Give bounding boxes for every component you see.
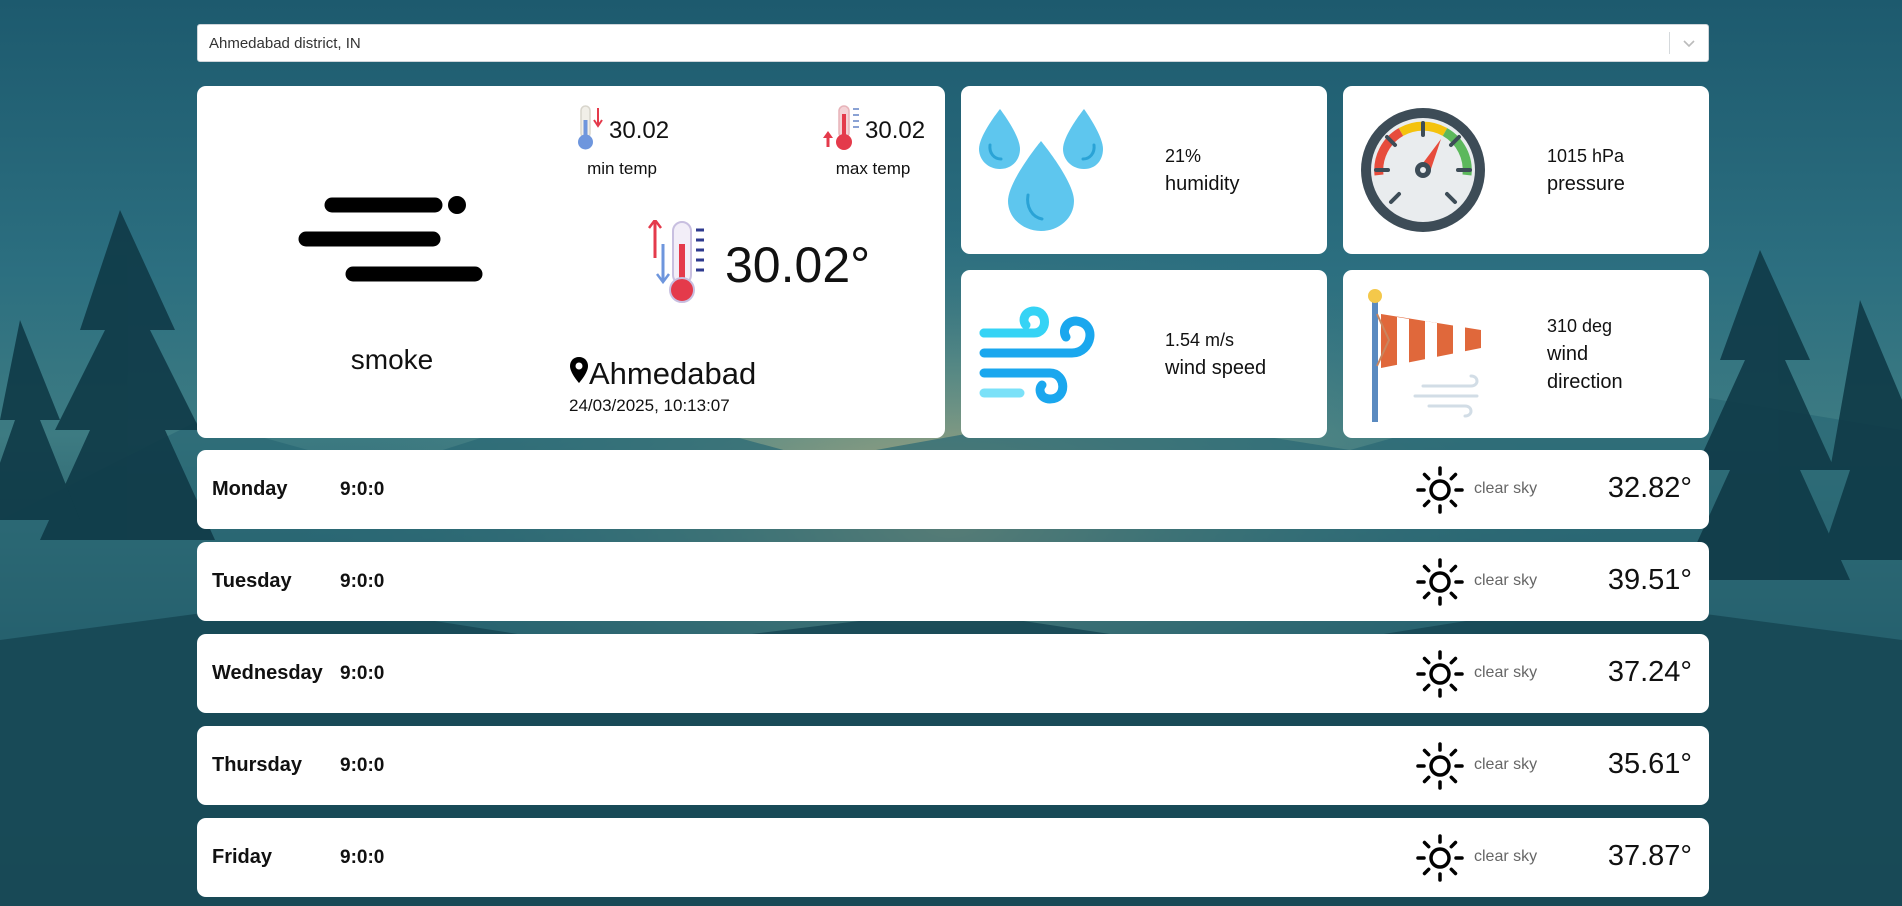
wind-direction-label-line1: wind [1547,343,1589,365]
current-weather-card: smoke 30.02 min temp 30.02 max temp 30.0… [197,86,945,438]
forecast-description: clear sky [1474,848,1538,865]
windsock-icon [1343,270,1503,438]
forecast-row[interactable]: Monday 9:0:0 clear sky 32.82° [197,450,1709,529]
chevron-down-icon[interactable] [1670,25,1708,61]
thermometer-low-icon [575,104,605,157]
location-select-value: Ahmedabad district, IN [209,34,361,52]
forecast-temp: 35.61° [1607,748,1692,780]
forecast-temp: 39.51° [1607,564,1692,596]
wind-direction-value: 310 deg [1547,316,1613,336]
min-temp-block: 30.02 min temp [575,104,669,179]
forecast-row[interactable]: Tuesday 9:0:0 clear sky 39.51° [197,542,1709,621]
humidity-label: humidity [1165,173,1240,195]
wind-icon [961,270,1121,438]
forecast-row[interactable]: Wednesday 9:0:0 clear sky 37.24° [197,634,1709,713]
current-temp-block: 30.02° [641,217,871,309]
current-temp-value: 30.02° [725,236,871,293]
sun-icon [1416,834,1464,887]
thermometer-high-icon [821,104,861,157]
forecast-day: Thursday [212,754,303,776]
location-block: Ahmedabad 24/03/2025, 10:13:07 [569,356,756,416]
min-temp-label: min temp [587,159,657,178]
gauge-icon [1343,86,1503,254]
humidity-tile: 21% humidity [961,86,1327,254]
forecast-list: Monday 9:0:0 clear sky 32.82° Tuesday 9:… [197,450,1709,897]
sun-icon [1416,650,1464,703]
max-temp-value: 30.02 [865,116,926,144]
forecast-day: Wednesday [212,662,323,684]
location-select[interactable]: Ahmedabad district, IN [197,24,1709,62]
forecast-time: 9:0:0 [340,478,385,500]
forecast-temp: 37.87° [1607,840,1692,872]
smoke-icon [297,196,487,297]
forecast-time: 9:0:0 [340,754,385,776]
forecast-description: clear sky [1474,756,1538,773]
forecast-time: 9:0:0 [340,570,385,592]
wind-direction-tile: 310 deg wind direction [1343,270,1709,438]
sun-icon [1416,742,1464,795]
forecast-temp: 32.82° [1607,472,1692,504]
forecast-description: clear sky [1474,572,1538,589]
wind-speed-label: wind speed [1165,357,1267,379]
forecast-row[interactable]: Thursday 9:0:0 clear sky 35.61° [197,726,1709,805]
sun-icon [1416,558,1464,611]
wind-direction-label-line2: direction [1547,371,1623,393]
pressure-label: pressure [1547,173,1625,195]
water-drops-icon [961,86,1121,254]
pressure-tile: 1015 hPa pressure [1343,86,1709,254]
max-temp-block: 30.02 max temp [821,104,925,179]
forecast-temp: 37.24° [1607,656,1692,688]
forecast-time: 9:0:0 [340,846,385,868]
weather-condition: smoke [350,344,434,375]
max-temp-label: max temp [835,159,911,178]
forecast-day: Tuesday [212,570,292,592]
location-pin-icon [569,356,589,392]
city-name: Ahmedabad [589,356,757,391]
forecast-day: Monday [212,478,288,500]
thermometer-icon [641,217,715,309]
sun-icon [1416,466,1464,519]
min-temp-value: 30.02 [609,116,670,144]
forecast-description: clear sky [1474,480,1538,497]
wind-speed-tile: 1.54 m/s wind speed [961,270,1327,438]
humidity-value: 21% [1165,146,1202,166]
forecast-row[interactable]: Friday 9:0:0 clear sky 37.87° [197,818,1709,897]
forecast-time: 9:0:0 [340,662,385,684]
wind-speed-value: 1.54 m/s [1165,330,1235,350]
forecast-description: clear sky [1474,664,1538,681]
date-time: 24/03/2025, 10:13:07 [569,396,730,415]
pressure-value: 1015 hPa [1547,146,1625,166]
forecast-day: Friday [212,846,273,868]
weather-app: Ahmedabad district, IN smoke 30.02 min t… [197,24,1709,897]
